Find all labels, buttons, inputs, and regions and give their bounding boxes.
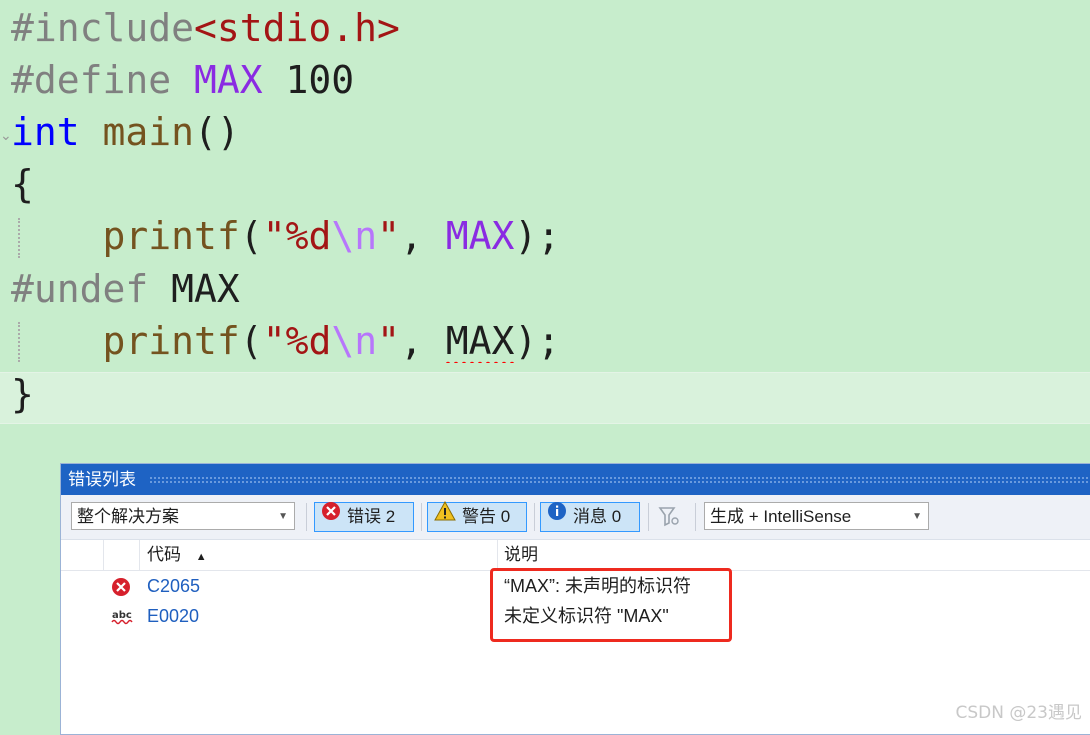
errors-filter-button[interactable]: 错误 2 [314, 502, 414, 532]
messages-filter-label: 消息 0 [573, 507, 622, 526]
code-token: } [11, 372, 34, 416]
code-line[interactable]: #include<stdio.h> [11, 2, 400, 54]
code-line[interactable]: { [11, 158, 34, 210]
column-header-code[interactable]: 代码 ▲ [147, 540, 207, 570]
chevron-down-icon: ▼ [912, 511, 922, 522]
code-token: <stdio.h> [194, 6, 400, 50]
svg-text:abc: abc [112, 610, 132, 621]
column-header-code-label: 代码 [147, 545, 181, 564]
panel-title-bar[interactable]: 错误列表 [61, 464, 1090, 495]
error-list-panel: 错误列表 整个解决方案 ▼ 错误 2 警告 0 消息 0 生成 + Intell… [60, 463, 1090, 735]
filter-icon[interactable] [658, 505, 680, 529]
code-token: ); [514, 319, 561, 363]
column-header-description-label: 说明 [504, 545, 538, 564]
toolbar-separator [534, 503, 535, 531]
code-token: ( [239, 214, 263, 258]
code-token: ( [239, 319, 263, 363]
code-token: , [399, 214, 446, 258]
code-token: ); [514, 214, 561, 258]
chevron-down-icon: ▼ [278, 511, 288, 522]
error-list-toolbar: 整个解决方案 ▼ 错误 2 警告 0 消息 0 生成 + IntelliSens… [61, 495, 1090, 540]
code-token: 100 [262, 58, 355, 102]
code-token: " [377, 319, 400, 363]
toolbar-separator [695, 503, 696, 531]
code-token: #define [11, 58, 195, 102]
code-token: printf [102, 319, 240, 363]
column-divider [103, 540, 104, 570]
column-divider [139, 540, 140, 570]
code-token: #undef [11, 267, 149, 311]
code-token: MAX [194, 58, 263, 102]
sort-ascending-icon: ▲ [195, 551, 207, 563]
info-icon [547, 501, 567, 530]
error-code-link[interactable]: E0020 [147, 601, 199, 631]
code-token: MAX [148, 267, 240, 311]
highlight-annotation-box [490, 568, 732, 642]
error-icon [321, 501, 341, 530]
build-source-value: 生成 + IntelliSense [710, 507, 852, 526]
code-editor[interactable]: ⌄ #include<stdio.h> #define MAX 100 int ma… [0, 0, 1090, 425]
build-source-dropdown[interactable]: 生成 + IntelliSense ▼ [704, 502, 929, 530]
code-token: int [11, 110, 80, 154]
fold-marker-icon[interactable]: ⌄ [0, 128, 12, 144]
code-line[interactable]: #undef MAX [11, 263, 240, 315]
scope-dropdown[interactable]: 整个解决方案 ▼ [71, 502, 295, 530]
watermark: CSDN @23遇见 [955, 703, 1082, 723]
warning-icon [434, 500, 456, 530]
code-token: "%d [262, 214, 332, 258]
code-token: () [194, 110, 240, 154]
column-header-description[interactable]: 说明 [504, 540, 538, 570]
code-token: main [102, 110, 195, 154]
code-line[interactable]: printf("%d\n", MAX); [11, 315, 560, 367]
code-line[interactable]: printf("%d\n", MAX); [11, 210, 561, 262]
code-token: , [399, 319, 446, 363]
code-token: \n [331, 214, 378, 258]
error-code-link[interactable]: C2065 [147, 571, 200, 601]
warnings-filter-label: 警告 0 [462, 507, 511, 526]
error-squiggle-token: MAX [445, 319, 515, 363]
warnings-filter-button[interactable]: 警告 0 [427, 500, 527, 532]
messages-filter-button[interactable]: 消息 0 [540, 502, 640, 532]
toolbar-separator [648, 503, 649, 531]
code-line[interactable]: } [11, 368, 34, 420]
title-grip [149, 476, 1090, 483]
code-token: printf [102, 214, 240, 258]
toolbar-separator [421, 503, 422, 531]
code-token: " [377, 214, 400, 258]
code-token: #include [11, 6, 195, 50]
toolbar-separator [306, 503, 307, 531]
code-line[interactable]: #define MAX 100 [11, 54, 354, 106]
scope-dropdown-value: 整个解决方案 [77, 507, 179, 526]
code-token: { [11, 162, 34, 206]
code-line[interactable]: int main() [11, 106, 240, 158]
column-divider [497, 540, 498, 570]
panel-title: 错误列表 [68, 470, 136, 489]
code-token: MAX [445, 214, 515, 258]
errors-filter-label: 错误 2 [347, 507, 396, 526]
code-token: \n [331, 319, 378, 363]
code-token: "%d [262, 319, 332, 363]
current-line-highlight [0, 372, 1090, 424]
intellisense-abc-icon: abc [111, 606, 135, 636]
error-grid-header: 代码 ▲ 说明 [61, 540, 1090, 571]
